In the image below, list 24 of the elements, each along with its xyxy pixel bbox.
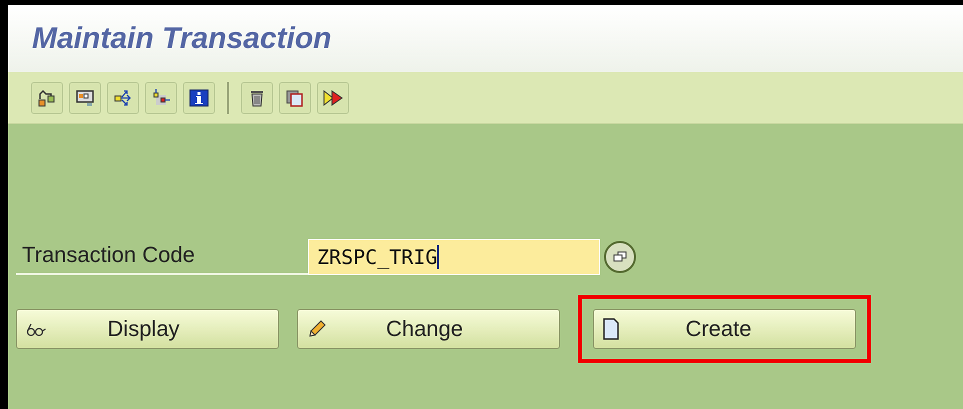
glasses-icon [25,321,47,337]
toolbar-button[interactable] [31,82,63,114]
toolbar-button[interactable] [69,82,101,114]
insert-element-icon [151,88,171,108]
toolbar-button[interactable] [183,82,215,114]
display-button[interactable]: Display [16,309,279,349]
compare-arrows-icon [323,88,343,108]
change-button[interactable]: Change [297,309,560,349]
toolbar-button[interactable] [107,82,139,114]
toolbar-button[interactable] [145,82,177,114]
blank-page-icon [602,318,620,340]
value-help-button[interactable] [604,241,636,273]
info-icon [189,88,209,108]
windows-icon [613,251,627,263]
hierarchy-icon [37,88,57,108]
screen-icon [75,88,95,108]
transaction-code-field[interactable]: ZRSPC_TRIG [308,239,600,275]
toolbar-button[interactable] [279,82,311,114]
branch-arrows-icon [113,88,133,108]
window-title: Maintain Transaction [32,22,332,56]
create-button[interactable]: Create [593,309,856,349]
copy-icon [285,88,305,108]
toolbar-button[interactable] [317,82,349,114]
toolbar-button[interactable] [241,82,273,114]
